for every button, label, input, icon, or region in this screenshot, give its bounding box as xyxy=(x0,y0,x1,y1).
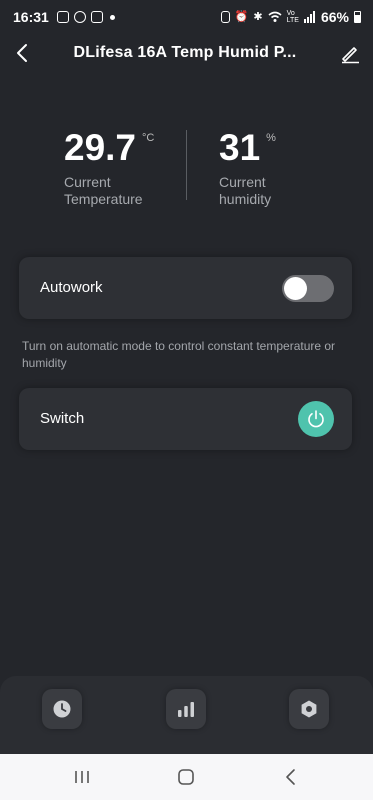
battery-percent: 66% xyxy=(320,9,349,25)
facebook-icon xyxy=(73,11,86,23)
volte-icon: Vo LTE xyxy=(286,10,299,24)
power-button[interactable] xyxy=(298,401,334,437)
switch-label: Switch xyxy=(40,410,85,427)
readings-panel: 29.7 °C Current Temperature 31% Current h… xyxy=(0,128,373,218)
back-arrow-icon xyxy=(286,769,295,785)
chevron-left-icon xyxy=(17,44,27,62)
temperature-value: 29.7 xyxy=(64,127,137,168)
edit-button[interactable] xyxy=(339,42,361,64)
humidity-label: Current humidity xyxy=(219,174,272,207)
status-left: 16:31 xyxy=(13,9,115,25)
humidity-value: 31 xyxy=(219,127,261,168)
power-icon xyxy=(308,410,324,428)
temperature-reading: 29.7 °C Current Temperature xyxy=(64,128,154,208)
clock-icon xyxy=(53,700,71,718)
temperature-unit: °C xyxy=(142,132,155,144)
temperature-label: Current Temperature xyxy=(64,174,143,207)
settings-button[interactable] xyxy=(289,689,329,729)
alarm-icon: ⏰ xyxy=(234,11,249,23)
back-button[interactable] xyxy=(12,42,34,64)
recents-icon xyxy=(75,771,89,783)
bar-chart-icon xyxy=(178,702,194,717)
wifi-icon xyxy=(268,11,282,22)
signal-icon xyxy=(303,11,315,23)
settings-icon xyxy=(301,700,317,718)
autowork-hint: Turn on automatic mode to control consta… xyxy=(22,339,336,370)
home-button[interactable] xyxy=(174,765,198,789)
status-bar: 16:31 ⏰ ✱ Vo LTE 66% xyxy=(0,0,373,34)
home-icon xyxy=(178,769,194,785)
humidity-reading: 31% Current humidity xyxy=(219,128,276,208)
switch-card: Switch xyxy=(19,388,352,450)
schedule-button[interactable] xyxy=(42,689,82,729)
pencil-icon xyxy=(342,47,359,64)
toggle-knob xyxy=(284,277,307,300)
statistics-button[interactable] xyxy=(166,689,206,729)
battery-saver-icon xyxy=(220,11,230,23)
system-nav-bar xyxy=(0,754,373,800)
battery-icon xyxy=(354,11,361,23)
gallery-icon xyxy=(90,11,103,23)
autowork-card: Autowork xyxy=(19,257,352,319)
status-time: 16:31 xyxy=(13,9,49,25)
recents-button[interactable] xyxy=(70,765,94,789)
humidity-unit: % xyxy=(266,132,276,144)
header: DLifesa 16A Temp Humid P... xyxy=(0,34,373,74)
bottom-dock xyxy=(0,676,373,754)
instagram-icon xyxy=(56,11,69,23)
page-title: DLifesa 16A Temp Humid P... xyxy=(73,44,297,61)
nav-back-button[interactable] xyxy=(279,765,303,789)
dot-icon xyxy=(109,14,115,20)
autowork-toggle[interactable] xyxy=(282,275,334,302)
bluetooth-icon: ✱ xyxy=(253,11,263,23)
readings-divider xyxy=(186,130,187,200)
autowork-label: Autowork xyxy=(40,279,103,296)
status-right: ⏰ ✱ Vo LTE 66% xyxy=(220,9,361,25)
